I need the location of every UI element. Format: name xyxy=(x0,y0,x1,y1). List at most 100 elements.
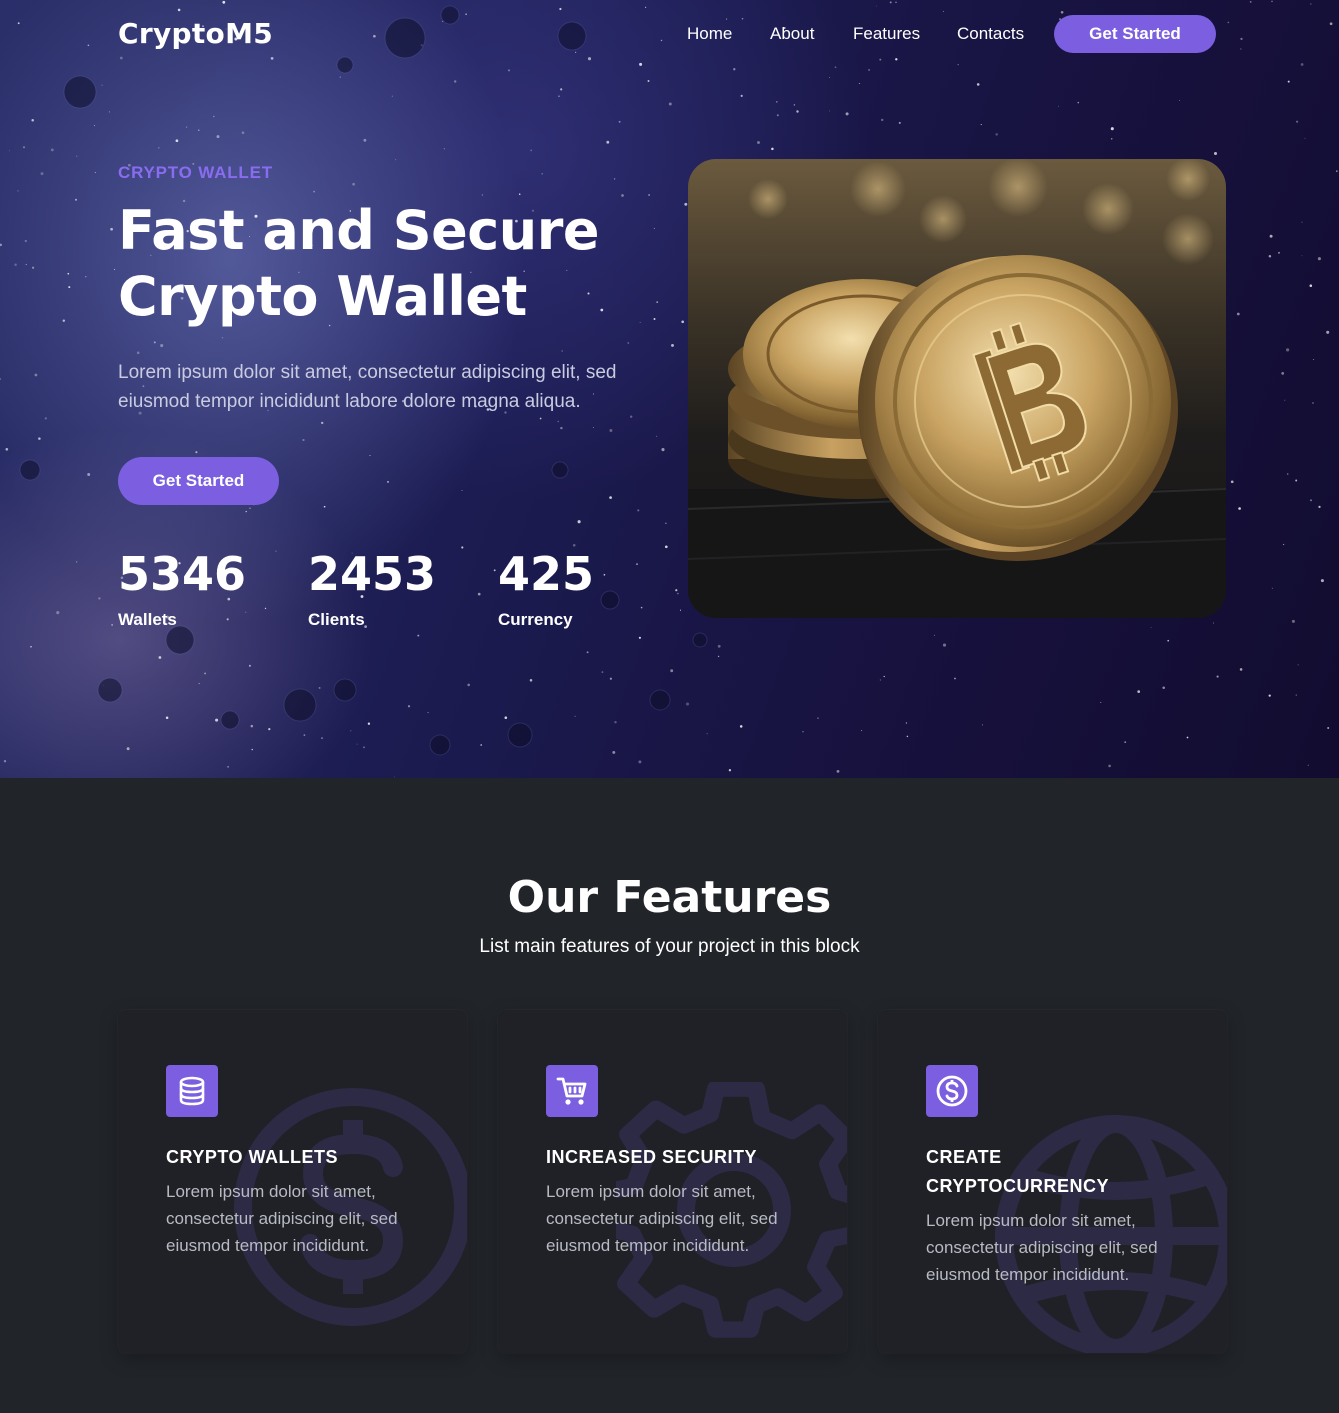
star-dot xyxy=(603,573,606,576)
bubble-dot xyxy=(440,5,460,25)
feature-card-create-cryptocurrency: CREATE CRYPTOCURRENCY Lorem ipsum dolor … xyxy=(878,1010,1227,1353)
star-dot xyxy=(198,683,200,685)
star-dot xyxy=(38,437,41,440)
star-dot xyxy=(1329,22,1333,26)
star-dot xyxy=(465,13,467,15)
star-dot xyxy=(165,716,169,719)
star-dot xyxy=(198,129,200,131)
star-dot xyxy=(363,746,365,749)
star-dot xyxy=(62,319,66,322)
bitcoin-coins-icon xyxy=(688,159,1226,618)
star-dot xyxy=(76,155,78,157)
star-dot xyxy=(1282,543,1285,546)
bubble-dot xyxy=(19,459,41,481)
star-dot xyxy=(559,7,562,11)
stat-currency: 425 Currency xyxy=(498,546,594,630)
star-dot xyxy=(1310,499,1312,502)
star-dot xyxy=(1327,726,1330,730)
star-dot xyxy=(685,702,690,706)
star-dot xyxy=(561,350,564,352)
star-dot xyxy=(636,563,638,565)
hero-section: CryptoM5 Home About Features Contacts Ge… xyxy=(0,0,1339,778)
star-dot xyxy=(386,480,390,483)
star-dot xyxy=(858,82,860,85)
star-dot xyxy=(677,592,679,595)
star-dot xyxy=(660,39,663,42)
stat-wallets: 5346 Wallets xyxy=(118,546,246,630)
star-dot xyxy=(757,141,760,144)
card-icon-box xyxy=(546,1065,598,1117)
star-dot xyxy=(213,115,215,118)
star-dot xyxy=(356,743,358,745)
brand-logo[interactable]: CryptoM5 xyxy=(118,17,273,50)
star-dot xyxy=(771,147,774,151)
star-dot xyxy=(1137,690,1141,693)
star-dot xyxy=(817,717,819,719)
star-dot xyxy=(1110,137,1113,140)
star-dot xyxy=(1309,284,1313,287)
star-dot xyxy=(270,57,274,60)
star-dot xyxy=(861,730,863,732)
star-dot xyxy=(541,172,544,175)
star-dot xyxy=(303,734,306,736)
star-dot xyxy=(618,120,621,123)
star-dot xyxy=(241,131,245,135)
star-dot xyxy=(793,104,796,106)
star-dot xyxy=(796,110,799,113)
star-dot xyxy=(443,148,445,150)
star-dot xyxy=(717,644,721,648)
star-dot xyxy=(507,69,511,72)
card-title: INCREASED SECURITY xyxy=(546,1147,758,1167)
bubble-dot xyxy=(97,677,123,703)
star-dot xyxy=(954,677,956,680)
star-dot xyxy=(302,438,305,442)
star-dot xyxy=(367,722,371,725)
star-dot xyxy=(739,725,743,728)
star-dot xyxy=(829,110,830,112)
star-dot xyxy=(668,102,672,106)
card-title: CRYPTO WALLETS xyxy=(166,1147,339,1167)
star-dot xyxy=(802,731,804,733)
star-dot xyxy=(681,320,685,324)
star-dot xyxy=(373,34,376,38)
star-dot xyxy=(637,509,640,512)
stat-label: Clients xyxy=(308,610,365,629)
star-dot xyxy=(14,263,17,266)
star-dot xyxy=(845,112,849,116)
star-dot xyxy=(227,765,230,768)
star-dot xyxy=(67,272,70,275)
hero-get-started-button[interactable]: Get Started xyxy=(118,457,279,505)
star-dot xyxy=(645,6,647,8)
star-dot xyxy=(665,522,667,525)
star-dot xyxy=(1213,622,1214,624)
star-dot xyxy=(728,769,732,772)
nav-link-about[interactable]: About xyxy=(770,22,814,46)
star-dot xyxy=(609,429,613,432)
star-dot xyxy=(1162,686,1165,689)
star-dot xyxy=(30,645,32,648)
nav-get-started-button[interactable]: Get Started xyxy=(1054,15,1216,53)
star-dot xyxy=(639,62,643,66)
star-dot xyxy=(1318,505,1321,509)
star-dot xyxy=(1313,358,1315,360)
star-dot xyxy=(648,194,650,196)
star-dot xyxy=(776,114,779,117)
star-dot xyxy=(1077,101,1080,104)
star-dot xyxy=(638,636,641,639)
star-dot xyxy=(3,760,7,763)
star-dot xyxy=(320,421,324,425)
star-dot xyxy=(1100,701,1102,703)
nav-link-contacts[interactable]: Contacts xyxy=(957,22,1024,46)
dollar-circle-icon xyxy=(936,1075,968,1107)
star-dot xyxy=(592,427,594,428)
star-dot xyxy=(9,150,11,152)
star-dot xyxy=(1268,255,1272,258)
star-dot xyxy=(136,351,140,355)
nav-link-home[interactable]: Home xyxy=(687,22,732,46)
nav-link-features[interactable]: Features xyxy=(853,22,920,46)
star-dot xyxy=(1295,694,1297,696)
star-dot xyxy=(558,95,560,97)
star-dot xyxy=(895,58,898,61)
star-dot xyxy=(889,1,892,4)
star-dot xyxy=(726,18,728,20)
